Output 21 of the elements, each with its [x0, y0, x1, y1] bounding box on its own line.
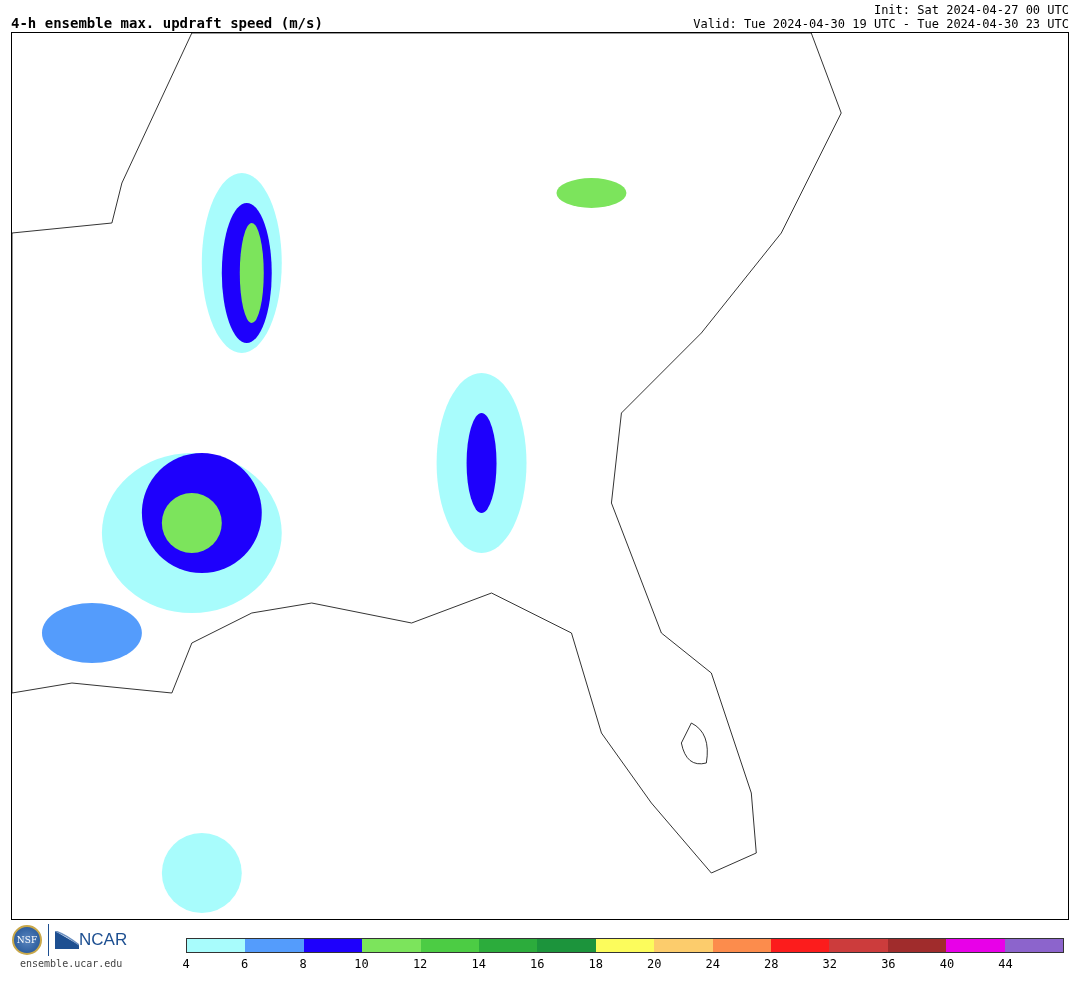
- valid-time: Valid: Tue 2024-04-30 19 UTC - Tue 2024-04-30 23 UTC: [693, 17, 1069, 31]
- legend-label: 16: [529, 957, 545, 971]
- legend-label: 18: [588, 957, 603, 971]
- legend-label: 32: [822, 957, 838, 971]
- legend-label: 8: [299, 957, 307, 971]
- legend-label: 36: [881, 957, 896, 971]
- legend-label: 20: [647, 957, 662, 971]
- legend-label: 40: [939, 957, 955, 971]
- legend-label: 44: [998, 957, 1013, 971]
- legend-label: 10: [354, 957, 369, 971]
- chart-title: 4-h ensemble max. updraft speed (m/s): [11, 15, 323, 31]
- ncar-logo: NCAR: [55, 930, 128, 950]
- legend-label: 24: [705, 957, 720, 971]
- legend-label: 14: [471, 957, 486, 971]
- legend-label: 6: [240, 957, 249, 971]
- legend-label: 4: [182, 957, 190, 971]
- website-url: ensemble.ucar.edu: [20, 958, 123, 969]
- legend-label: 12: [412, 957, 428, 971]
- legend-label: 28: [764, 957, 779, 971]
- init-time: Init: Sat 2024-04-27 00 UTC: [873, 3, 1069, 17]
- nsf-logo: NSF: [12, 925, 42, 955]
